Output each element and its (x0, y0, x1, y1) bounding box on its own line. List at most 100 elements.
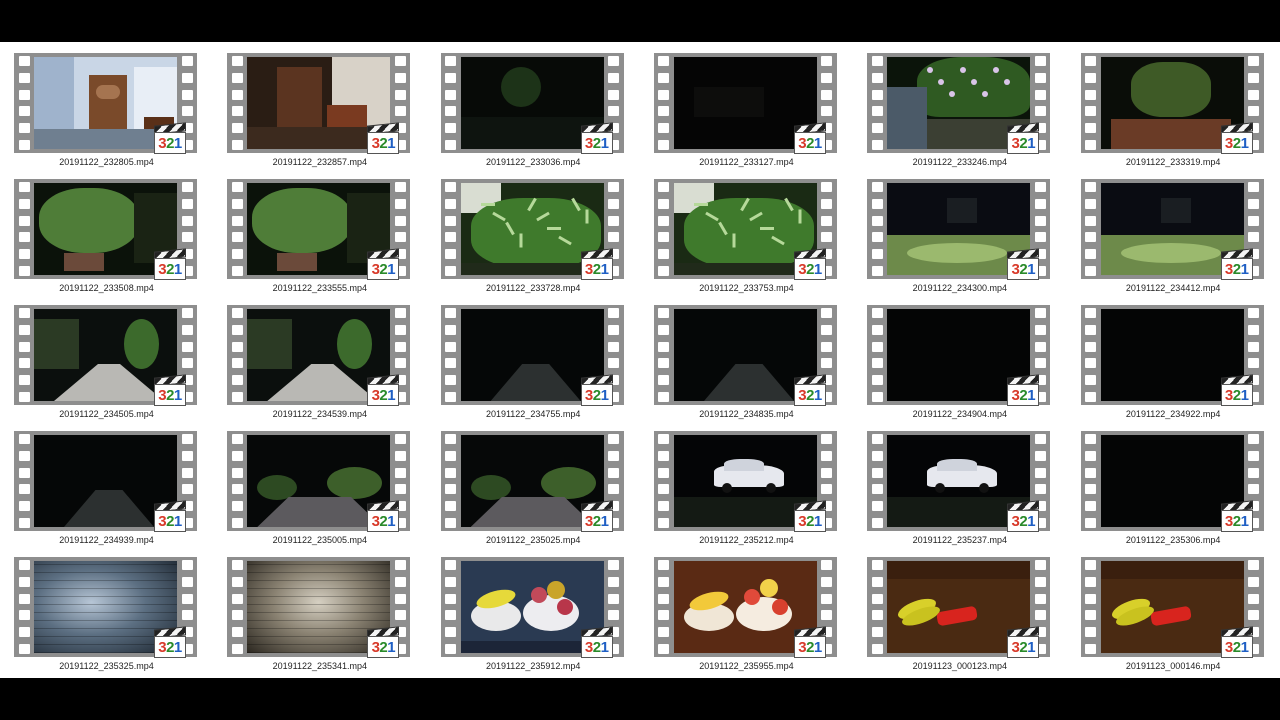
file-item[interactable]: 321 20191122_233753.mp4 (640, 176, 853, 302)
file-item[interactable]: 321 20191122_234904.mp4 (853, 302, 1066, 428)
file-item[interactable]: 321 20191122_233555.mp4 (213, 176, 426, 302)
file-item[interactable]: 321 20191122_233127.mp4 (640, 50, 853, 176)
film-strip-left (1081, 305, 1101, 405)
media-player-classic-icon: 321 (1007, 248, 1040, 280)
file-item[interactable]: 321 20191122_235325.mp4 (0, 554, 213, 680)
thumbnail-grid: 321 20191122_232805.mp4 321 20191122_232… (0, 42, 1280, 686)
letterbox-bottom (0, 678, 1280, 720)
file-name-label: 20191122_234835.mp4 (699, 409, 794, 419)
film-strip-left (867, 557, 887, 657)
film-strip-left (441, 305, 461, 405)
media-player-classic-icon: 321 (154, 626, 186, 658)
file-name-label: 20191122_233555.mp4 (272, 283, 368, 293)
file-name-label: 20191122_233246.mp4 (912, 157, 1008, 167)
file-item[interactable]: 321 20191122_234300.mp4 (853, 176, 1066, 302)
file-name-label: 20191122_235212.mp4 (699, 535, 794, 545)
media-player-classic-icon: 321 (367, 122, 400, 154)
media-player-classic-icon: 321 (1220, 626, 1253, 658)
file-item[interactable]: 321 20191122_234505.mp4 (0, 302, 213, 428)
media-player-classic-icon: 321 (367, 248, 400, 280)
media-player-classic-icon: 321 (367, 626, 400, 658)
media-player-classic-icon: 321 (793, 500, 826, 532)
media-player-classic-icon: 321 (154, 122, 186, 154)
file-name-label: 20191122_233728.mp4 (485, 283, 581, 293)
film-strip-left (14, 305, 34, 405)
film-strip-left (14, 53, 34, 153)
media-player-classic-icon: 321 (1007, 122, 1040, 154)
file-item[interactable]: 321 20191122_232857.mp4 (213, 50, 426, 176)
film-strip-left (227, 557, 247, 657)
file-item[interactable]: 321 20191122_234922.mp4 (1067, 302, 1280, 428)
file-item[interactable]: 321 20191122_233036.mp4 (427, 50, 640, 176)
media-player-classic-icon: 321 (1220, 122, 1253, 154)
film-strip-left (654, 179, 674, 279)
file-name-label: 20191122_233508.mp4 (59, 283, 154, 293)
film-strip-left (1081, 431, 1101, 531)
media-player-classic-icon: 321 (154, 248, 186, 280)
media-player-classic-icon: 321 (580, 500, 613, 532)
file-item[interactable]: 321 20191122_235955.mp4 (640, 554, 853, 680)
file-name-label: 20191122_235341.mp4 (272, 661, 368, 671)
file-item[interactable]: 321 20191122_234755.mp4 (427, 302, 640, 428)
file-name-label: 20191122_233127.mp4 (699, 157, 794, 167)
file-name-label: 20191122_234939.mp4 (59, 535, 154, 545)
letterbox-top (0, 0, 1280, 42)
media-player-classic-icon: 321 (580, 122, 613, 154)
film-strip-left (867, 305, 887, 405)
file-item[interactable]: 321 20191123_000123.mp4 (853, 554, 1066, 680)
film-strip-left (441, 53, 461, 153)
file-item[interactable]: 321 20191122_235025.mp4 (427, 428, 640, 554)
media-player-classic-icon: 321 (1220, 248, 1253, 280)
file-item[interactable]: 321 20191122_233246.mp4 (853, 50, 1066, 176)
file-item[interactable]: 321 20191122_235912.mp4 (427, 554, 640, 680)
media-player-classic-icon: 321 (793, 626, 826, 658)
file-item[interactable]: 321 20191122_234412.mp4 (1067, 176, 1280, 302)
film-strip-left (1081, 557, 1101, 657)
file-name-label: 20191122_235306.mp4 (1125, 535, 1221, 545)
media-player-classic-icon: 321 (154, 374, 186, 406)
file-item[interactable]: 321 20191122_235212.mp4 (640, 428, 853, 554)
film-strip-left (867, 53, 887, 153)
file-name-label: 20191122_234755.mp4 (485, 409, 581, 419)
file-item[interactable]: 321 20191122_233728.mp4 (427, 176, 640, 302)
file-name-label: 20191122_234922.mp4 (1125, 409, 1221, 419)
file-item[interactable]: 321 20191122_234835.mp4 (640, 302, 853, 428)
media-player-classic-icon: 321 (1220, 374, 1253, 406)
media-player-classic-icon: 321 (367, 500, 400, 532)
media-player-classic-icon: 321 (793, 374, 826, 406)
file-item[interactable]: 321 20191122_235005.mp4 (213, 428, 426, 554)
file-name-label: 20191122_233753.mp4 (699, 283, 794, 293)
file-item[interactable]: 321 20191122_235306.mp4 (1067, 428, 1280, 554)
file-name-label: 20191122_234300.mp4 (912, 283, 1008, 293)
film-strip-left (867, 179, 887, 279)
file-name-label: 20191122_232805.mp4 (59, 157, 154, 167)
file-item[interactable]: 321 20191122_234939.mp4 (0, 428, 213, 554)
file-item[interactable]: 321 20191122_233319.mp4 (1067, 50, 1280, 176)
file-explorer-view: 321 20191122_232805.mp4 321 20191122_232… (0, 42, 1280, 678)
file-name-label: 20191122_235955.mp4 (699, 661, 794, 671)
file-item[interactable]: 321 20191122_234539.mp4 (213, 302, 426, 428)
film-strip-left (227, 53, 247, 153)
film-strip-left (867, 431, 887, 531)
film-strip-left (654, 431, 674, 531)
film-strip-left (227, 179, 247, 279)
file-item[interactable]: 321 20191122_233508.mp4 (0, 176, 213, 302)
file-name-label: 20191122_234904.mp4 (912, 409, 1008, 419)
file-item[interactable]: 321 20191122_232805.mp4 (0, 50, 213, 176)
media-player-classic-icon: 321 (580, 374, 613, 406)
media-player-classic-icon: 321 (1007, 500, 1040, 532)
file-name-label: 20191122_232857.mp4 (272, 157, 368, 167)
file-item[interactable]: 321 20191122_235341.mp4 (213, 554, 426, 680)
film-strip-left (654, 305, 674, 405)
media-player-classic-icon: 321 (793, 122, 826, 154)
media-player-classic-icon: 321 (1220, 500, 1253, 532)
file-name-label: 20191122_235237.mp4 (912, 535, 1008, 545)
file-name-label: 20191122_234412.mp4 (1125, 283, 1221, 293)
film-strip-left (441, 431, 461, 531)
film-strip-left (227, 431, 247, 531)
file-item[interactable]: 321 20191122_235237.mp4 (853, 428, 1066, 554)
film-strip-left (1081, 179, 1101, 279)
film-strip-left (14, 179, 34, 279)
file-item[interactable]: 321 20191123_000146.mp4 (1067, 554, 1280, 680)
film-strip-left (14, 431, 34, 531)
